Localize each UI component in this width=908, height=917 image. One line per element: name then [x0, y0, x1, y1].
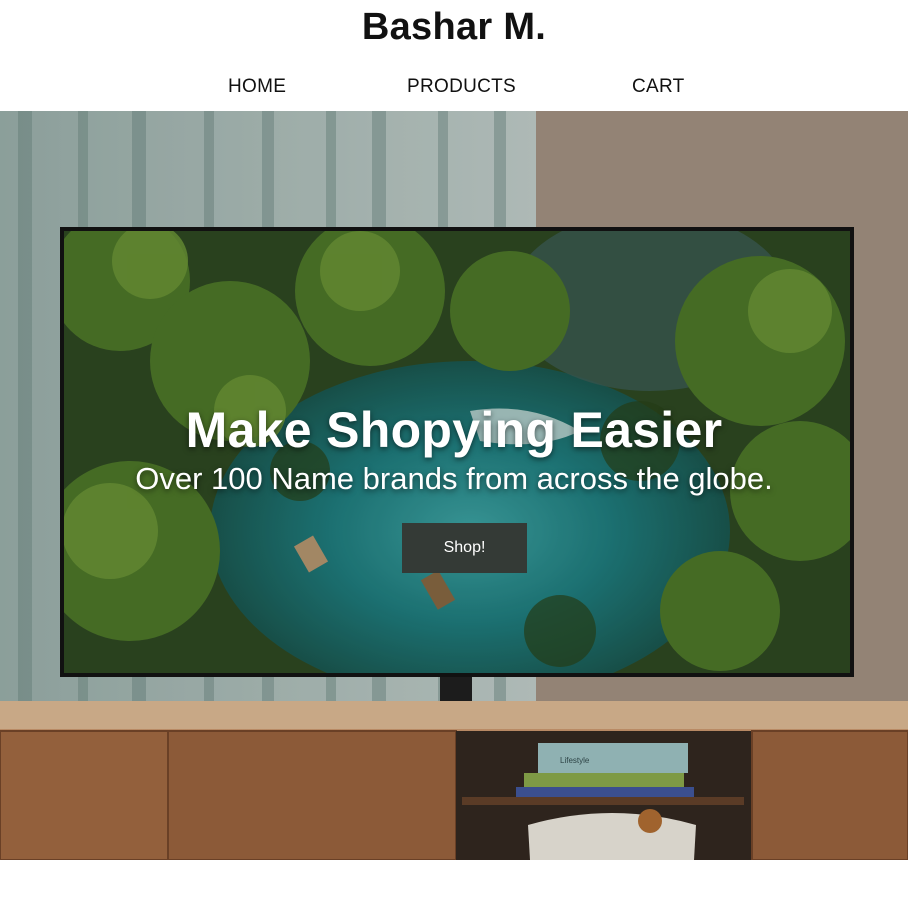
hero-banner: Lifestyle Make Shopying Easier Over 100 … [0, 111, 908, 860]
page-bottom-space [0, 860, 908, 917]
nav-home-link[interactable]: HOME [228, 76, 286, 98]
book-spine-label: Lifestyle [560, 756, 590, 765]
hero-title: Make Shopying Easier [185, 402, 723, 458]
site-logo[interactable]: Bashar M. [0, 6, 908, 49]
hero-subtitle: Over 100 Name brands from across the glo… [135, 461, 773, 496]
nav-cart-link[interactable]: CART [632, 76, 685, 98]
nav-products-link[interactable]: PRODUCTS [407, 76, 516, 98]
shop-button[interactable]: Shop! [402, 523, 527, 573]
site-header: Bashar M. HOME PRODUCTS CART [0, 0, 908, 111]
